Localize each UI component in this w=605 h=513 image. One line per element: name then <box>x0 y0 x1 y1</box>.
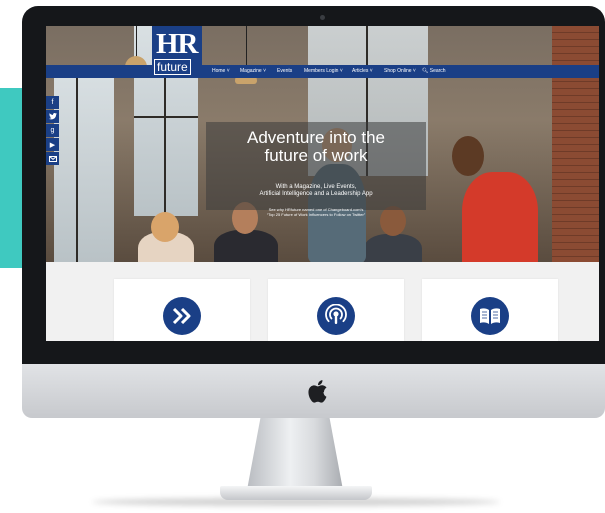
hero-subline-2: Artificial Intelligence and a Leadership… <box>259 191 373 197</box>
lamp-cord <box>136 26 137 58</box>
podcast-icon <box>317 297 355 335</box>
nav-home[interactable]: Home ˅ <box>212 67 230 75</box>
feature-card-3[interactable] <box>422 279 558 341</box>
brick-wall <box>552 26 599 262</box>
hero-photo: Adventure into the future of work With a… <box>46 26 599 262</box>
hero-headline-line1: Adventure into the <box>247 128 385 147</box>
logo-hr-text[interactable]: HR <box>156 28 198 60</box>
window-frame <box>76 66 78 262</box>
facebook-icon[interactable]: f <box>46 96 59 109</box>
hero-headline: Adventure into the future of work <box>206 129 426 165</box>
person-man-red-jacket <box>462 172 538 262</box>
open-book-icon <box>471 297 509 335</box>
double-chevron-right-icon <box>163 297 201 335</box>
youtube-icon[interactable]: ▶ <box>46 138 59 151</box>
feature-card-1[interactable] <box>114 279 250 341</box>
hero-smallprint-2[interactable]: “Top 25 Future of Work Influencers to Fo… <box>206 212 426 217</box>
twitter-icon[interactable] <box>46 110 59 123</box>
google-plus-icon[interactable]: g <box>46 124 59 137</box>
window-frame <box>134 116 198 118</box>
nav-shop-online[interactable]: Shop Online ˅ <box>384 67 416 75</box>
feature-card-2[interactable] <box>268 279 404 341</box>
hero-smallprint: See why HRfuture named one of Changeboar… <box>206 207 426 217</box>
apple-logo-icon <box>304 376 334 406</box>
email-icon[interactable] <box>46 152 59 165</box>
person-man-dark-jacket <box>214 230 278 262</box>
hero-window <box>54 66 114 262</box>
nav-events[interactable]: Events <box>277 67 292 75</box>
monitor-stand <box>247 418 343 490</box>
hero-subline-1: With a Magazine, Live Events, <box>275 184 357 190</box>
logo-future-text[interactable]: future <box>154 59 191 75</box>
person-man-head <box>452 136 484 176</box>
nav-search-label: Search <box>429 68 446 74</box>
nav-magazine[interactable]: Magazine ˅ <box>240 67 266 75</box>
search-icon: 🔍︎ <box>422 68 429 74</box>
nav-articles[interactable]: Articles ˅ <box>352 67 373 75</box>
website-screen: Adventure into the future of work With a… <box>46 26 599 341</box>
main-navbar: Home ˅ Magazine ˅ Events Members Login ˅… <box>46 65 599 78</box>
person-woman-head <box>151 212 179 242</box>
nav-members-login[interactable]: Members Login ˅ <box>304 67 343 75</box>
person-man-plaid <box>364 234 422 262</box>
hero-subline: With a Magazine, Live Events, Artificial… <box>206 184 426 198</box>
monitor-stand-base <box>220 486 372 500</box>
nav-search[interactable]: 🔍︎ Search <box>422 67 446 75</box>
camera-dot <box>320 15 325 20</box>
hero-headline-line2: future of work <box>264 146 368 165</box>
